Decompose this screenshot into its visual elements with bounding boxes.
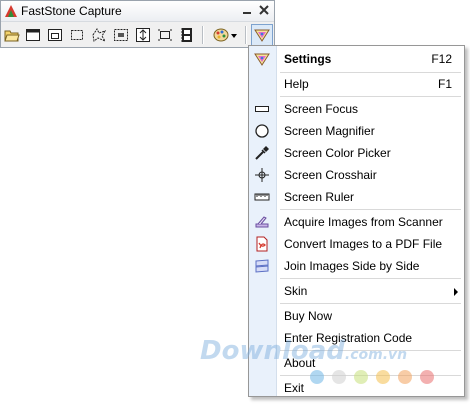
menu-item-skin[interactable]: Skin — [249, 280, 464, 302]
menu-item-help[interactable]: Help F1 — [249, 73, 464, 95]
menu-separator — [280, 278, 461, 279]
menu-item-label: Acquire Images from Scanner — [284, 215, 443, 229]
menu-item-label: Join Images Side by Side — [284, 259, 420, 273]
output-palette-icon — [213, 28, 229, 42]
watermark-dot — [354, 370, 368, 384]
capture-toolbar — [1, 22, 274, 48]
menu-item-label: Convert Images to a PDF File — [284, 237, 443, 251]
menu-item-screen-crosshair[interactable]: Screen Crosshair — [249, 164, 464, 186]
menu-separator — [280, 209, 461, 210]
menu-item-buy-now[interactable]: Buy Now — [249, 305, 464, 327]
screen-recorder-button[interactable] — [177, 25, 197, 45]
minimize-button[interactable] — [239, 3, 255, 18]
menu-item-convert-pdf[interactable]: Convert Images to a PDF File — [249, 233, 464, 255]
menu-item-label: Exit — [284, 381, 305, 395]
watermark-text: Download — [200, 336, 345, 366]
capture-scrolling-window-icon — [136, 28, 150, 42]
window-title: FastStone Capture — [21, 4, 122, 18]
minimize-icon — [243, 12, 251, 14]
menu-item-shortcut: F12 — [431, 52, 452, 66]
menu-separator — [280, 96, 461, 97]
capture-rectangular-region-icon — [71, 30, 83, 40]
menu-item-screen-focus[interactable]: Screen Focus — [249, 98, 464, 120]
capture-full-screen-icon — [114, 29, 128, 41]
watermark-dot — [310, 370, 324, 384]
menu-separator — [280, 303, 461, 304]
capture-freehand-region-icon — [92, 28, 107, 43]
toolbar-separator — [202, 26, 204, 44]
menu-item-screen-magnifier[interactable]: Screen Magnifier — [249, 120, 464, 142]
watermark-dot — [420, 370, 434, 384]
pdf-file-icon — [254, 236, 270, 252]
open-file-icon — [4, 30, 20, 42]
submenu-arrow-icon — [454, 288, 458, 296]
menu-item-label: Screen Magnifier — [284, 124, 375, 138]
close-button[interactable] — [256, 3, 272, 18]
menu-item-screen-color-picker[interactable]: Screen Color Picker — [249, 142, 464, 164]
capture-active-window-icon — [26, 29, 40, 41]
faststone-logo-icon — [4, 4, 18, 18]
capture-rectangular-region-button[interactable] — [67, 25, 87, 45]
capture-active-window-button[interactable] — [23, 25, 43, 45]
menu-item-screen-ruler[interactable]: Screen Ruler — [249, 186, 464, 208]
watermark-dot — [376, 370, 390, 384]
scanner-icon — [254, 214, 270, 230]
menu-item-settings[interactable]: Settings F12 — [249, 48, 464, 70]
open-file-button[interactable] — [2, 25, 22, 45]
title-bar[interactable]: FastStone Capture — [1, 1, 274, 22]
capture-full-screen-button[interactable] — [111, 25, 131, 45]
settings-menu-icon — [254, 29, 270, 42]
capture-scrolling-window-button[interactable] — [133, 25, 153, 45]
watermark-dot — [332, 370, 346, 384]
menu-item-acquire-scanner[interactable]: Acquire Images from Scanner — [249, 211, 464, 233]
screen-focus-icon — [254, 101, 270, 117]
chevron-down-icon — [231, 34, 237, 38]
watermark-suffix: .com.vn — [344, 347, 408, 363]
capture-fixed-region-icon — [158, 29, 172, 41]
eyedropper-icon — [254, 145, 270, 161]
output-destination-button[interactable] — [209, 25, 241, 45]
menu-item-label: Screen Focus — [284, 102, 359, 116]
menu-item-shortcut: F1 — [437, 77, 452, 91]
faststone-toolbar-window: FastStone Capture — [0, 0, 275, 48]
menu-item-join-images[interactable]: Join Images Side by Side — [249, 255, 464, 277]
toolbar-separator — [245, 26, 247, 44]
menu-item-label: Help — [284, 77, 309, 91]
magnifier-icon — [254, 123, 270, 139]
menu-item-label: Settings — [284, 52, 332, 66]
ruler-icon — [254, 189, 270, 205]
watermark: Download.com.vn — [200, 336, 407, 366]
menu-item-label: Screen Ruler — [284, 190, 355, 204]
join-images-icon — [254, 258, 270, 274]
settings-icon — [254, 51, 270, 67]
crosshair-icon — [254, 167, 270, 183]
menu-item-label: Buy Now — [284, 309, 333, 323]
watermark-dot — [398, 370, 412, 384]
menu-item-label: Screen Crosshair — [284, 168, 377, 182]
menu-item-label: Screen Color Picker — [284, 146, 391, 160]
capture-fixed-region-button[interactable] — [155, 25, 175, 45]
screen-recorder-icon — [181, 28, 192, 42]
settings-menu-button[interactable] — [251, 24, 273, 46]
capture-freehand-region-button[interactable] — [89, 25, 109, 45]
capture-window-object-button[interactable] — [45, 25, 65, 45]
capture-window-object-icon — [48, 29, 62, 41]
menu-item-label: Skin — [284, 284, 308, 298]
close-icon — [259, 5, 269, 15]
